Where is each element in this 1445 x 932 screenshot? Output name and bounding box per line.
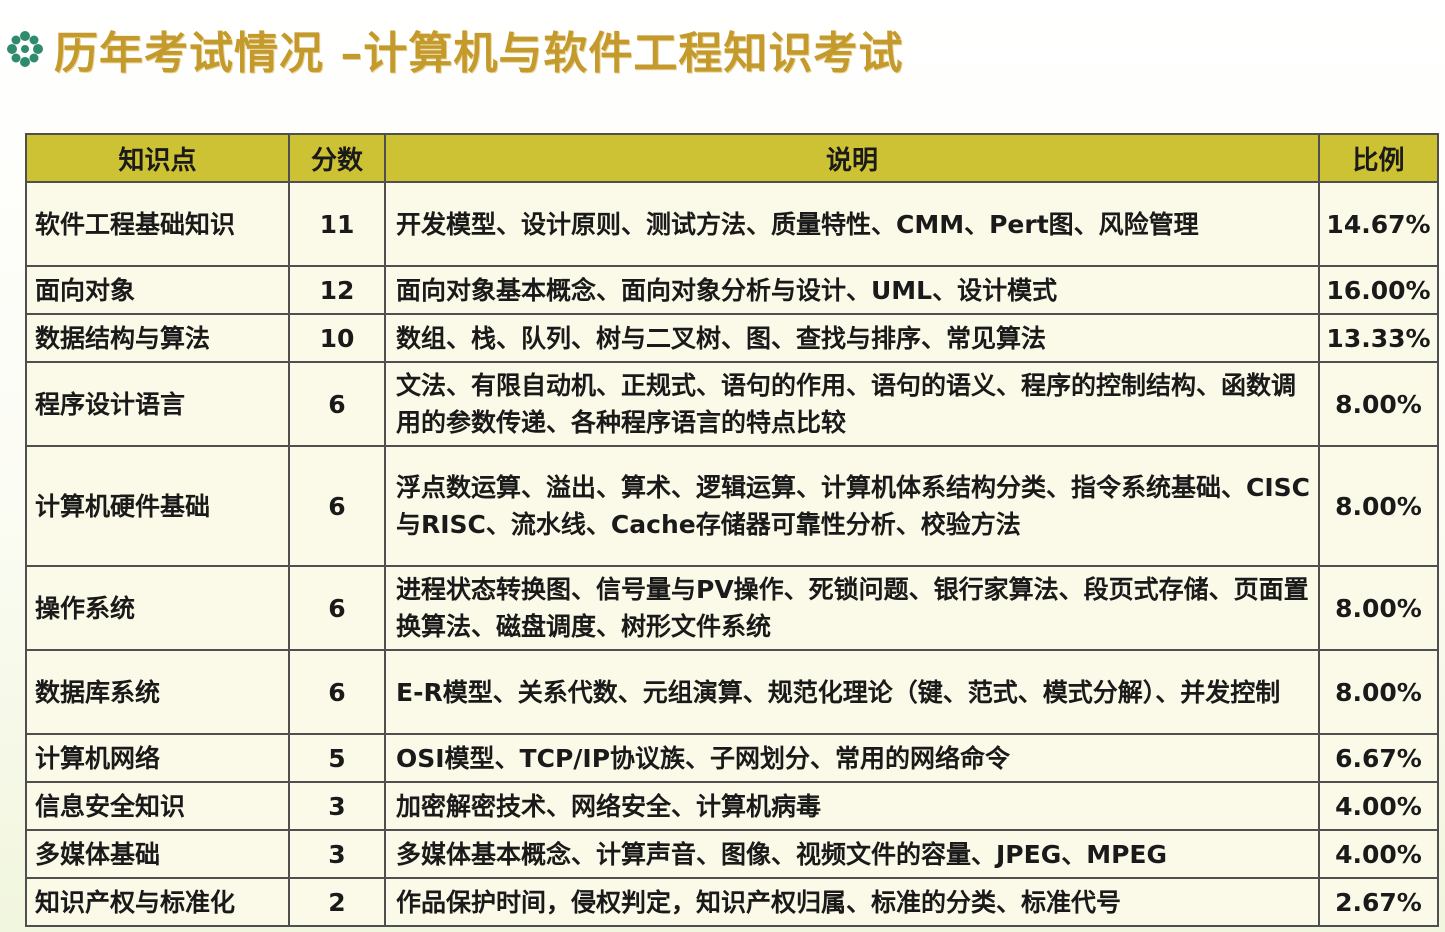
knowledge-point-cell: 程序设计语言 — [25, 361, 290, 447]
header-description: 说明 — [384, 133, 1320, 183]
description-cell: 作品保护时间，侵权判定，知识产权归属、标准的分类、标准代号 — [384, 877, 1320, 927]
knowledge-point-cell: 知识产权与标准化 — [25, 877, 290, 927]
knowledge-point-cell: 操作系统 — [25, 565, 290, 651]
table-header-row: 知识点 分数 说明 比例 — [25, 133, 1439, 183]
table-row: 数据库系统 6 E-R模型、关系代数、元组演算、规范化理论（键、范式、模式分解）… — [25, 649, 1439, 735]
score-cell: 10 — [288, 313, 386, 363]
score-cell: 6 — [288, 361, 386, 447]
knowledge-point-cell: 计算机网络 — [25, 733, 290, 783]
score-cell: 11 — [288, 181, 386, 267]
score-cell: 5 — [288, 733, 386, 783]
ratio-cell: 8.00% — [1318, 361, 1439, 447]
table-row: 程序设计语言 6 文法、有限自动机、正规式、语句的作用、语句的语义、程序的控制结… — [25, 361, 1439, 447]
exam-knowledge-table: 知识点 分数 说明 比例 软件工程基础知识 11 开发模型、设计原则、测试方法、… — [25, 133, 1439, 927]
knowledge-point-cell: 数据库系统 — [25, 649, 290, 735]
score-cell: 3 — [288, 781, 386, 831]
description-cell: 加密解密技术、网络安全、计算机病毒 — [384, 781, 1320, 831]
ratio-cell: 8.00% — [1318, 445, 1439, 567]
header-ratio: 比例 — [1318, 133, 1439, 183]
table-row: 操作系统 6 进程状态转换图、信号量与PV操作、死锁问题、银行家算法、段页式存储… — [25, 565, 1439, 651]
ratio-cell: 6.67% — [1318, 733, 1439, 783]
score-cell: 6 — [288, 445, 386, 567]
ratio-cell: 8.00% — [1318, 649, 1439, 735]
description-cell: 多媒体基本概念、计算声音、图像、视频文件的容量、JPEG、MPEG — [384, 829, 1320, 879]
ratio-cell: 4.00% — [1318, 829, 1439, 879]
table-row: 多媒体基础 3 多媒体基本概念、计算声音、图像、视频文件的容量、JPEG、MPE… — [25, 829, 1439, 879]
score-cell: 6 — [288, 649, 386, 735]
ratio-cell: 13.33% — [1318, 313, 1439, 363]
knowledge-point-cell: 软件工程基础知识 — [25, 181, 290, 267]
score-cell: 3 — [288, 829, 386, 879]
ratio-cell: 8.00% — [1318, 565, 1439, 651]
score-cell: 6 — [288, 565, 386, 651]
table-row: 软件工程基础知识 11 开发模型、设计原则、测试方法、质量特性、CMM、Pert… — [25, 181, 1439, 267]
ratio-cell: 2.67% — [1318, 877, 1439, 927]
description-cell: 文法、有限自动机、正规式、语句的作用、语句的语义、程序的控制结构、函数调用的参数… — [384, 361, 1320, 447]
header-score: 分数 — [288, 133, 386, 183]
table-row: 信息安全知识 3 加密解密技术、网络安全、计算机病毒 4.00% — [25, 781, 1439, 831]
description-cell: OSI模型、TCP/IP协议族、子网划分、常用的网络命令 — [384, 733, 1320, 783]
description-cell: 数组、栈、队列、树与二叉树、图、查找与排序、常见算法 — [384, 313, 1320, 363]
score-cell: 12 — [288, 265, 386, 315]
description-cell: 开发模型、设计原则、测试方法、质量特性、CMM、Pert图、风险管理 — [384, 181, 1320, 267]
knowledge-point-cell: 数据结构与算法 — [25, 313, 290, 363]
knowledge-point-cell: 面向对象 — [25, 265, 290, 315]
table-row: 面向对象 12 面向对象基本概念、面向对象分析与设计、UML、设计模式 16.0… — [25, 265, 1439, 315]
knowledge-point-cell: 信息安全知识 — [25, 781, 290, 831]
header-knowledge-point: 知识点 — [25, 133, 290, 183]
description-cell: E-R模型、关系代数、元组演算、规范化理论（键、范式、模式分解）、并发控制 — [384, 649, 1320, 735]
description-cell: 浮点数运算、溢出、算术、逻辑运算、计算机体系结构分类、指令系统基础、CISC与R… — [384, 445, 1320, 567]
ratio-cell: 16.00% — [1318, 265, 1439, 315]
table-row: 计算机硬件基础 6 浮点数运算、溢出、算术、逻辑运算、计算机体系结构分类、指令系… — [25, 445, 1439, 567]
score-cell: 2 — [288, 877, 386, 927]
knowledge-point-cell: 计算机硬件基础 — [25, 445, 290, 567]
title-row: 历年考试情况 –计算机与软件工程知识考试 — [4, 18, 903, 80]
table-row: 知识产权与标准化 2 作品保护时间，侵权判定，知识产权归属、标准的分类、标准代号… — [25, 877, 1439, 927]
table-row: 计算机网络 5 OSI模型、TCP/IP协议族、子网划分、常用的网络命令 6.6… — [25, 733, 1439, 783]
description-cell: 进程状态转换图、信号量与PV操作、死锁问题、银行家算法、段页式存储、页面置换算法… — [384, 565, 1320, 651]
description-cell: 面向对象基本概念、面向对象分析与设计、UML、设计模式 — [384, 265, 1320, 315]
page-title: 历年考试情况 –计算机与软件工程知识考试 — [54, 28, 904, 79]
ratio-cell: 14.67% — [1318, 181, 1439, 267]
exam-table-container: 知识点 分数 说明 比例 软件工程基础知识 11 开发模型、设计原则、测试方法、… — [25, 133, 1439, 927]
ratio-cell: 4.00% — [1318, 781, 1439, 831]
knowledge-point-cell: 多媒体基础 — [25, 829, 290, 879]
flower-bullet-icon — [4, 28, 46, 70]
table-row: 数据结构与算法 10 数组、栈、队列、树与二叉树、图、查找与排序、常见算法 13… — [25, 313, 1439, 363]
